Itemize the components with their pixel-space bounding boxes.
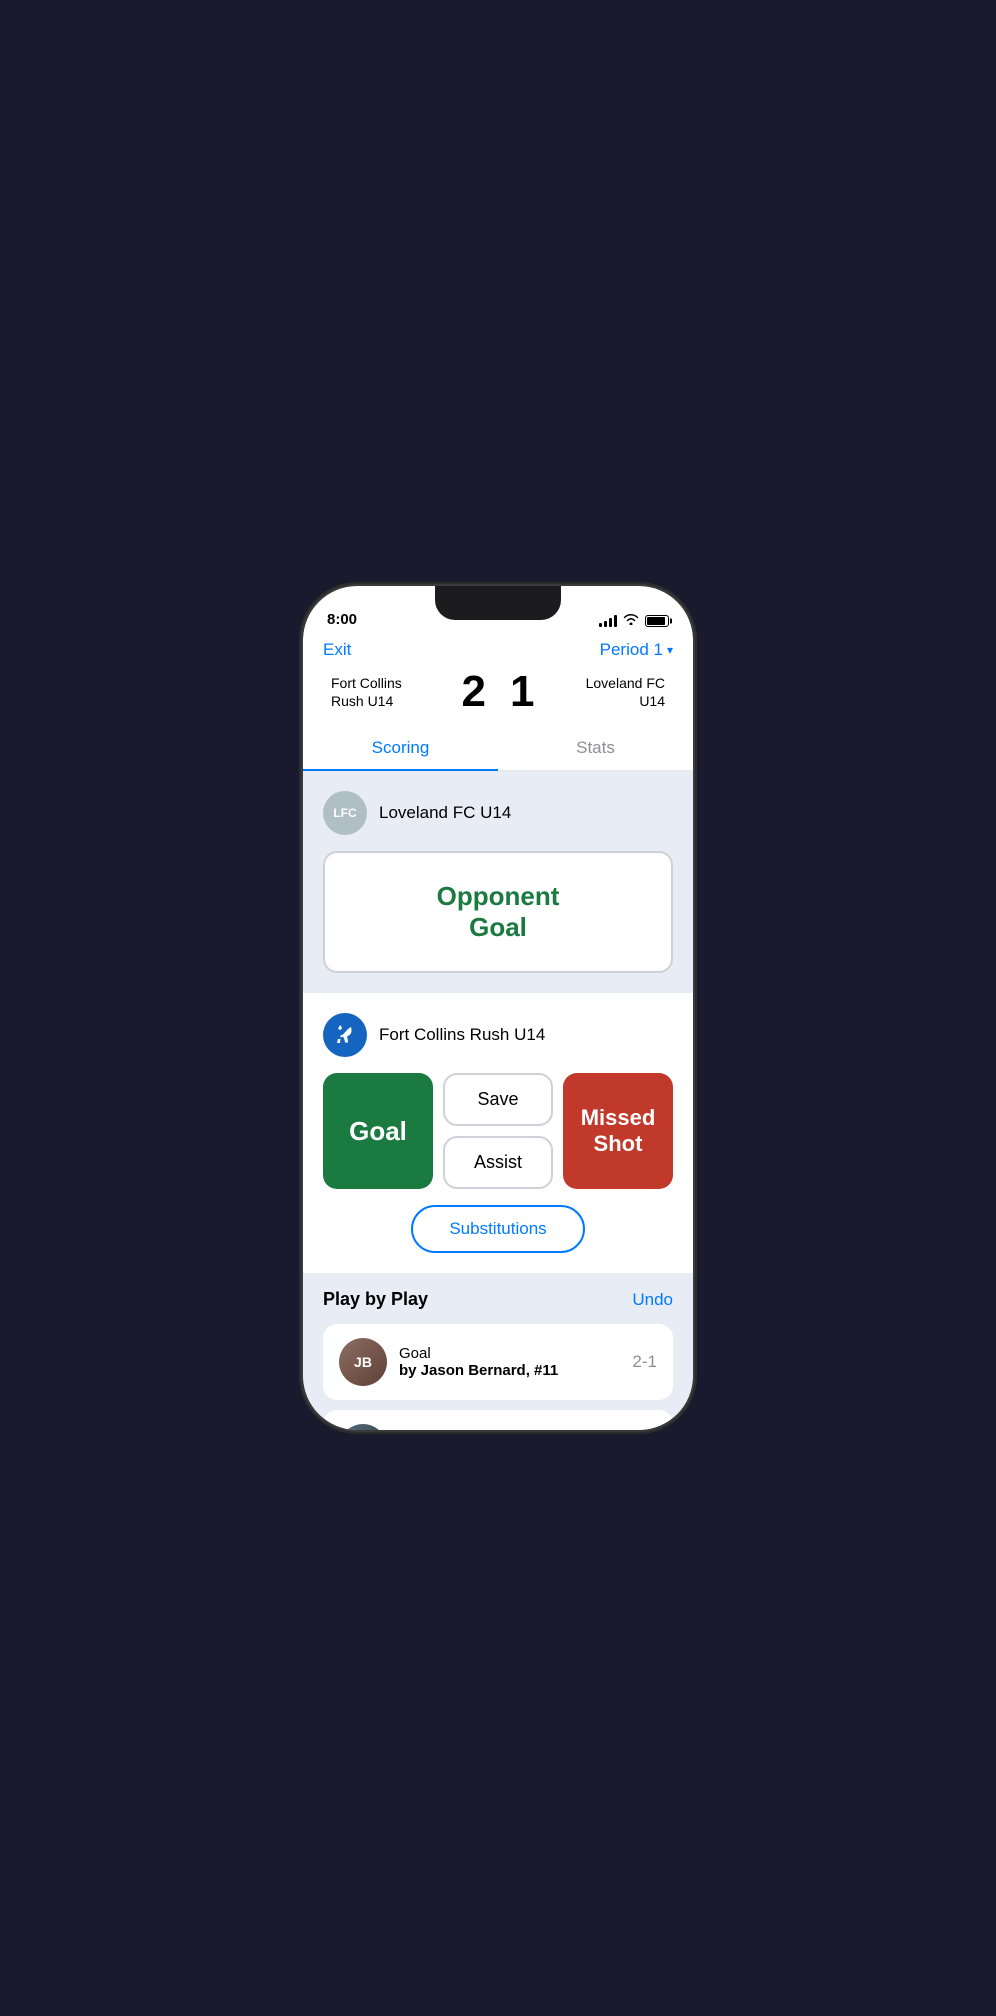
- undo-button[interactable]: Undo: [632, 1290, 673, 1310]
- home-team-avatar: [323, 1013, 367, 1057]
- content-area: Exit Period 1 ▾ Fort Collins Rush U14 2 …: [303, 636, 693, 1430]
- chevron-down-icon: ▾: [667, 643, 673, 657]
- play-type: Goal: [399, 1345, 620, 1362]
- goal-button[interactable]: Goal: [323, 1073, 433, 1189]
- play-by-play-section: Play by Play Undo JB Goal by Jason Berna…: [303, 1273, 693, 1430]
- scoreboard: Fort Collins Rush U14 2 1 Loveland FC U1…: [323, 670, 673, 714]
- home-team-header: Fort Collins Rush U14: [323, 1013, 673, 1057]
- missed-shot-button[interactable]: MissedShot: [563, 1073, 673, 1189]
- tab-stats[interactable]: Stats: [498, 726, 693, 770]
- avatar: SL: [339, 1424, 387, 1430]
- opponent-avatar: LFC: [323, 791, 367, 835]
- assist-button[interactable]: Assist: [443, 1136, 553, 1189]
- pbp-header: Play by Play Undo: [323, 1289, 673, 1310]
- period-label: Period 1: [600, 640, 663, 660]
- signal-bars-icon: [599, 615, 617, 627]
- battery-icon: [645, 615, 669, 627]
- wifi-icon: [623, 613, 639, 628]
- notch: [435, 586, 561, 620]
- away-score: 1: [510, 670, 534, 714]
- scores: 2 1: [462, 670, 535, 714]
- tab-scoring[interactable]: Scoring: [303, 726, 498, 770]
- play-item: JB Goal by Jason Bernard, #11 2-1: [323, 1324, 673, 1400]
- play-info: Goal by Jason Bernard, #11: [399, 1345, 620, 1379]
- exit-button[interactable]: Exit: [323, 640, 351, 660]
- home-section: Fort Collins Rush U14 Goal Save MissedSh…: [303, 993, 693, 1273]
- opponent-team-name: Loveland FC U14: [379, 803, 511, 823]
- header: Exit Period 1 ▾ Fort Collins Rush U14 2 …: [303, 636, 693, 726]
- status-icons: [599, 613, 669, 628]
- tabs: Scoring Stats: [303, 726, 693, 771]
- home-team-label: Fort Collins Rush U14: [379, 1025, 545, 1045]
- avatar: JB: [339, 1338, 387, 1386]
- save-button[interactable]: Save: [443, 1073, 553, 1126]
- period-selector[interactable]: Period 1 ▾: [600, 640, 673, 660]
- opponent-section: LFC Loveland FC U14 OpponentGoal: [303, 771, 693, 993]
- away-team-name: Loveland FC U14: [565, 674, 665, 710]
- opponent-goal-button[interactable]: OpponentGoal: [323, 851, 673, 973]
- home-team-name: Fort Collins Rush U14: [331, 674, 431, 710]
- home-score: 2: [462, 670, 486, 714]
- play-player: by Jason Bernard, #11: [399, 1362, 620, 1379]
- status-time: 8:00: [327, 611, 357, 628]
- action-grid: Goal Save MissedShot Assist: [323, 1073, 673, 1189]
- play-score: 2-1: [632, 1352, 657, 1372]
- header-nav: Exit Period 1 ▾: [323, 640, 673, 660]
- opponent-team-header: LFC Loveland FC U14: [323, 791, 673, 835]
- play-item: SL Goal by Steven Lamb, #00 1-1: [323, 1410, 673, 1430]
- pbp-title: Play by Play: [323, 1289, 428, 1310]
- substitutions-button[interactable]: Substitutions: [411, 1205, 584, 1253]
- phone-screen: 8:00: [303, 586, 693, 1430]
- phone-frame: 8:00: [303, 586, 693, 1430]
